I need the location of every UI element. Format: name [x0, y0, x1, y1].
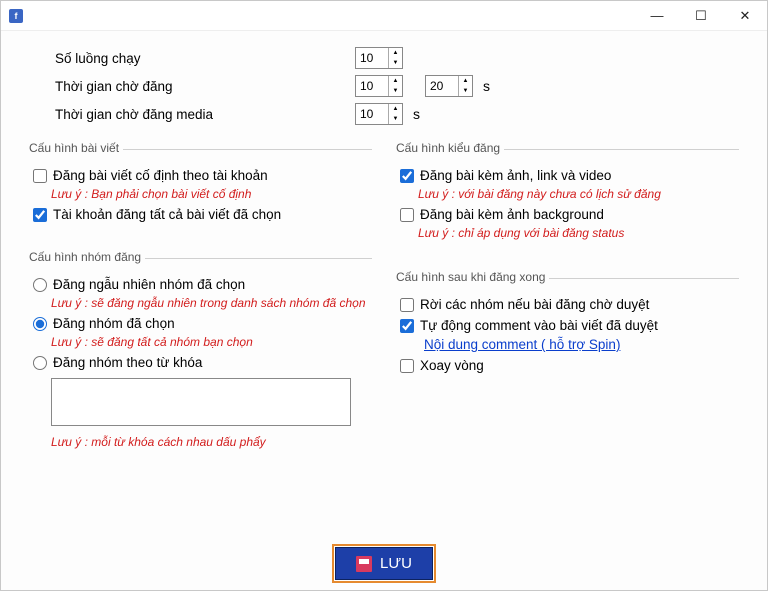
link-comment-content[interactable]: Nội dung comment ( hỗ trợ Spin): [424, 337, 735, 352]
save-label: LƯU: [380, 555, 412, 572]
group-type-title: Cấu hình kiểu đăng: [396, 141, 504, 155]
chk-leave-pending[interactable]: [400, 298, 414, 312]
minimize-button[interactable]: —: [635, 1, 679, 31]
threads-input[interactable]: [356, 48, 388, 68]
app-window: f — ☐ ✕ Số luồng chạy ▲▼ Thời gian chờ đ…: [0, 0, 768, 591]
right-column: Cấu hình kiểu đăng Đăng bài kèm ảnh, lin…: [396, 149, 739, 463]
note-random: Lưu ý : sẽ đăng ngẫu nhiên trong danh sá…: [51, 296, 368, 310]
wait-post-min-input[interactable]: [356, 76, 388, 96]
note-fixed: Lưu ý : Bạn phải chọn bài viết cố định: [51, 187, 368, 201]
row-threads: Số luồng chạy ▲▼: [55, 47, 739, 69]
chk-account-all[interactable]: [33, 208, 47, 222]
app-icon: f: [9, 9, 23, 23]
chk-auto-comment[interactable]: [400, 319, 414, 333]
group-after-title: Cấu hình sau khi đăng xong: [396, 270, 549, 284]
threads-label: Số luồng chạy: [55, 51, 355, 66]
footer: LƯU: [1, 541, 767, 590]
note-with-media: Lưu ý : với bài đăng này chưa có lịch sử…: [418, 187, 735, 201]
lbl-with-media: Đăng bài kèm ảnh, link và video: [420, 168, 611, 183]
chk-with-media[interactable]: [400, 169, 414, 183]
wait-media-label: Thời gian chờ đăng media: [55, 107, 355, 122]
wait-post-max-input[interactable]: [426, 76, 458, 96]
group-target-title: Cấu hình nhóm đăng: [29, 250, 145, 264]
group-type-config: Cấu hình kiểu đăng Đăng bài kèm ảnh, lin…: [396, 149, 739, 254]
group-post-title: Cấu hình bài viết: [29, 141, 123, 155]
row-wait-media: Thời gian chờ đăng media ▲▼ s: [55, 103, 739, 125]
titlebar: f — ☐ ✕: [1, 1, 767, 31]
left-column: Cấu hình bài viết Đăng bài viết cố định …: [29, 149, 372, 463]
lbl-auto-comment: Tự động comment vào bài viết đã duyệt: [420, 318, 658, 333]
chk-fixed-per-account[interactable]: [33, 169, 47, 183]
close-button[interactable]: ✕: [723, 1, 767, 31]
save-icon: [356, 556, 372, 572]
wait-media-arrows[interactable]: ▲▼: [388, 104, 402, 124]
wait-media-unit: s: [413, 106, 420, 122]
note-selected: Lưu ý : sẽ đăng tất cả nhóm bạn chọn: [51, 335, 368, 349]
threads-spinner[interactable]: ▲▼: [355, 47, 403, 69]
lbl-leave-pending: Rời các nhóm nếu bài đăng chờ duyệt: [420, 297, 649, 312]
maximize-button[interactable]: ☐: [679, 1, 723, 31]
threads-arrows[interactable]: ▲▼: [388, 48, 402, 68]
group-after-config: Cấu hình sau khi đăng xong Rời các nhóm …: [396, 278, 739, 385]
titlebar-left: f: [1, 9, 635, 23]
wait-post-min-arrows[interactable]: ▲▼: [388, 76, 402, 96]
wait-post-max-arrows[interactable]: ▲▼: [458, 76, 472, 96]
group-post-config: Cấu hình bài viết Đăng bài viết cố định …: [29, 149, 372, 234]
keyword-textarea[interactable]: [51, 378, 351, 426]
note-with-bg: Lưu ý : chỉ áp dụng với bài đăng status: [418, 226, 735, 240]
radio-random-groups[interactable]: [33, 278, 47, 292]
panels: Cấu hình bài viết Đăng bài viết cố định …: [29, 149, 739, 463]
lbl-selected-groups: Đăng nhóm đã chọn: [53, 316, 175, 331]
group-target-config: Cấu hình nhóm đăng Đăng ngẫu nhiên nhóm …: [29, 258, 372, 463]
chk-loop[interactable]: [400, 359, 414, 373]
wait-media-input[interactable]: [356, 104, 388, 124]
lbl-fixed-per-account: Đăng bài viết cố định theo tài khoản: [53, 168, 268, 183]
chk-with-bg[interactable]: [400, 208, 414, 222]
content-area: Số luồng chạy ▲▼ Thời gian chờ đăng ▲▼ ▲…: [1, 31, 767, 541]
row-wait-post: Thời gian chờ đăng ▲▼ ▲▼ s: [55, 75, 739, 97]
wait-post-max-spinner[interactable]: ▲▼: [425, 75, 473, 97]
note-keyword: Lưu ý : mỗi từ khóa cách nhau dấu phẩy: [51, 435, 368, 449]
lbl-account-all: Tài khoản đăng tất cả bài viết đã chọn: [53, 207, 281, 222]
lbl-keyword-groups: Đăng nhóm theo từ khóa: [53, 355, 202, 370]
lbl-loop: Xoay vòng: [420, 358, 484, 373]
lbl-with-bg: Đăng bài kèm ảnh background: [420, 207, 604, 222]
wait-post-label: Thời gian chờ đăng: [55, 79, 355, 94]
wait-post-unit: s: [483, 78, 490, 94]
wait-media-spinner[interactable]: ▲▼: [355, 103, 403, 125]
radio-keyword-groups[interactable]: [33, 356, 47, 370]
save-button[interactable]: LƯU: [335, 547, 433, 580]
lbl-random-groups: Đăng ngẫu nhiên nhóm đã chọn: [53, 277, 245, 292]
radio-selected-groups[interactable]: [33, 317, 47, 331]
wait-post-min-spinner[interactable]: ▲▼: [355, 75, 403, 97]
